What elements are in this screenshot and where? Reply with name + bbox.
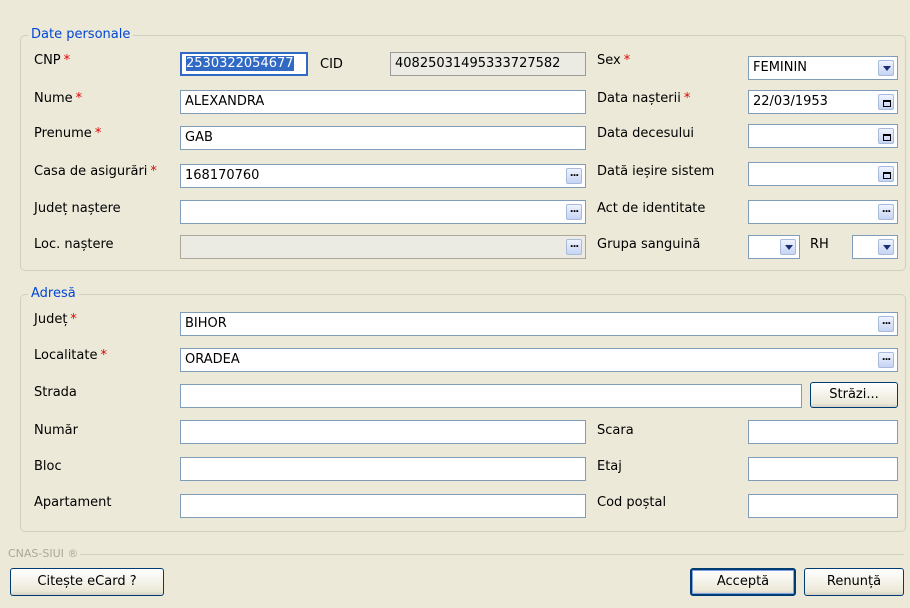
ellipsis-browse-icon[interactable] xyxy=(878,316,894,332)
sex-label: Sex * xyxy=(597,53,631,68)
personal-data-legend: Date personale xyxy=(28,27,134,43)
citeste-ecard-button[interactable]: Citește eCard ? xyxy=(10,568,164,596)
data-iesire-field[interactable] xyxy=(748,162,898,186)
ellipsis-browse-icon[interactable] xyxy=(878,352,894,368)
cnp-field[interactable]: 2530322054677 xyxy=(180,52,308,76)
required-marker: * xyxy=(70,312,77,327)
act-identitate-label: Act de identitate xyxy=(597,201,706,216)
scara-label: Scara xyxy=(597,423,634,438)
scara-field[interactable] xyxy=(748,420,898,444)
cid-label: CID xyxy=(320,57,343,72)
numar-field[interactable] xyxy=(180,420,586,444)
act-identitate-field[interactable] xyxy=(748,200,898,224)
cod-postal-label: Cod poștal xyxy=(597,495,667,510)
strazi-button[interactable]: Străzi... xyxy=(810,382,898,408)
required-marker: * xyxy=(94,126,102,141)
chevron-down-icon[interactable] xyxy=(878,239,894,255)
required-marker: * xyxy=(623,53,631,68)
ellipsis-browse-icon[interactable] xyxy=(566,204,582,220)
cod-postal-field[interactable] xyxy=(748,494,898,518)
required-marker: * xyxy=(683,91,691,106)
ellipsis-browse-icon[interactable] xyxy=(878,204,894,220)
address-legend: Adresă xyxy=(28,286,79,302)
rh-label: RH xyxy=(810,237,829,252)
data-iesire-label: Dată ieșire sistem xyxy=(597,164,715,179)
calendar-icon[interactable] xyxy=(878,166,894,182)
judet-label: Județ * xyxy=(34,312,77,327)
data-decesului-label: Data decesului xyxy=(597,126,695,141)
grupa-sanguina-select[interactable] xyxy=(748,235,800,259)
cnp-label: CNP * xyxy=(34,53,71,68)
ellipsis-browse-icon[interactable] xyxy=(566,239,582,255)
apartament-field[interactable] xyxy=(180,494,586,518)
strada-label: Strada xyxy=(34,385,77,400)
grupa-sanguina-label: Grupa sanguină xyxy=(597,237,701,252)
apartament-label: Apartament xyxy=(34,495,112,510)
localitate-field[interactable]: ORADEA xyxy=(180,348,898,372)
required-marker: * xyxy=(150,164,157,179)
accepta-button[interactable]: Acceptă xyxy=(690,568,796,596)
etaj-label: Etaj xyxy=(597,459,622,474)
bloc-field[interactable] xyxy=(180,457,586,481)
data-decesului-field[interactable] xyxy=(748,124,898,148)
sex-select[interactable]: FEMININ xyxy=(748,56,898,80)
prenume-field[interactable]: GAB xyxy=(180,126,586,150)
rh-select[interactable] xyxy=(852,235,898,259)
nume-label: Nume * xyxy=(34,91,83,106)
casa-asigurari-field[interactable]: 168170760 xyxy=(180,164,586,188)
loc-nastere-label: Loc. naștere xyxy=(34,237,114,252)
required-marker: * xyxy=(63,53,71,68)
loc-nastere-field xyxy=(180,235,586,259)
bloc-label: Bloc xyxy=(34,459,62,474)
required-marker: * xyxy=(100,348,107,363)
judet-nastere-label: Județ naștere xyxy=(34,201,121,216)
casa-asigurari-label: Casa de asigurări * xyxy=(34,164,157,179)
prenume-label: Prenume * xyxy=(34,126,102,141)
judet-field[interactable]: BIHOR xyxy=(180,312,898,336)
etaj-field[interactable] xyxy=(748,457,898,481)
judet-nastere-field[interactable] xyxy=(180,200,586,224)
renunta-button[interactable]: Renunță xyxy=(804,568,904,596)
numar-label: Număr xyxy=(34,423,78,438)
calendar-icon[interactable] xyxy=(878,128,894,144)
data-nasterii-field[interactable]: 22/03/1953 xyxy=(748,90,898,114)
chevron-down-icon[interactable] xyxy=(780,239,796,255)
cid-field: 40825031495333727582 xyxy=(390,52,586,76)
ellipsis-browse-icon[interactable] xyxy=(566,168,582,184)
nume-field[interactable]: ALEXANDRA xyxy=(180,90,586,114)
chevron-down-icon[interactable] xyxy=(878,60,894,76)
localitate-label: Localitate * xyxy=(34,348,107,363)
brand-label: CNAS-SIUI ® xyxy=(8,547,79,560)
data-nasterii-label: Data nașterii * xyxy=(597,91,691,106)
footer-divider xyxy=(80,554,904,555)
calendar-icon[interactable] xyxy=(878,94,894,110)
strada-field[interactable] xyxy=(180,384,802,408)
required-marker: * xyxy=(75,91,83,106)
